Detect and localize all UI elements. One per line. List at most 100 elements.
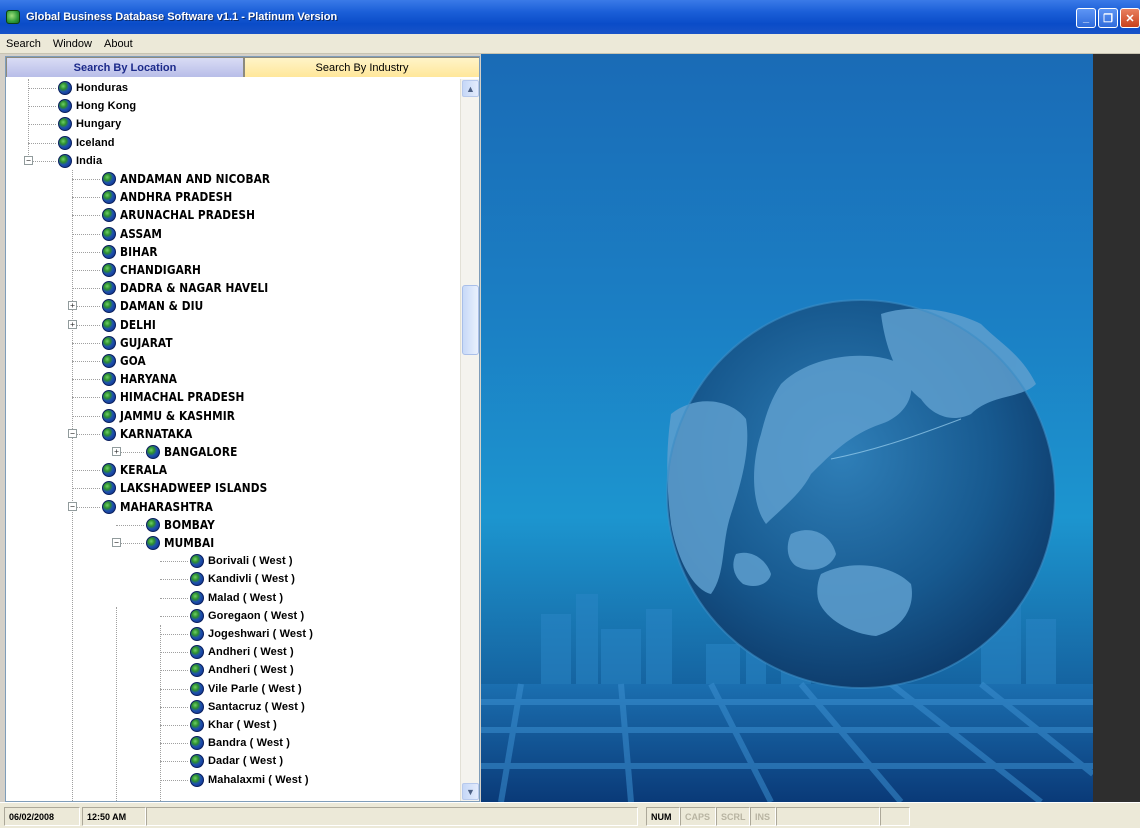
menu-about[interactable]: About bbox=[98, 38, 139, 50]
globe-icon bbox=[102, 372, 116, 387]
globe-icon bbox=[102, 335, 116, 350]
status-ins: INS bbox=[750, 807, 776, 826]
tree-connector bbox=[72, 361, 100, 362]
minimize-button[interactable]: _ bbox=[1076, 8, 1096, 28]
tree-node-state[interactable]: MAHARASHTRA bbox=[102, 498, 226, 516]
tree-node-label: Santacruz ( West ) bbox=[208, 700, 305, 713]
tree-node-country[interactable]: Hungary bbox=[58, 115, 121, 133]
expand-bangalore-button[interactable]: + bbox=[112, 447, 121, 456]
tree-connector bbox=[160, 761, 188, 763]
scroll-up-button[interactable]: ▲ bbox=[462, 80, 479, 97]
tree-node-country[interactable]: Hong Kong bbox=[58, 97, 136, 115]
tree-node-label: Khar ( West ) bbox=[208, 719, 277, 731]
tree-node-label: DADRA & NAGAR HAVELI bbox=[120, 281, 269, 296]
tree-connector bbox=[72, 270, 100, 271]
tree-node-state[interactable]: KERALA bbox=[102, 461, 174, 479]
globe-icon bbox=[190, 590, 204, 605]
tree-node-label: Hong Kong bbox=[76, 100, 137, 113]
tree-node-area[interactable]: Goregaon ( West ) bbox=[190, 607, 304, 625]
tree-connector bbox=[160, 579, 188, 581]
tree-node-area[interactable]: Malad ( West ) bbox=[190, 589, 283, 607]
tree-node-area[interactable]: Kandivli ( West ) bbox=[190, 570, 295, 588]
tree-connector bbox=[160, 706, 188, 708]
tree-node-area[interactable]: Bandra ( West ) bbox=[190, 734, 290, 752]
tree-node-state[interactable]: DAMAN & DIU bbox=[102, 297, 215, 315]
app-window: { "window": { "title": "Global Business … bbox=[0, 0, 1140, 828]
tree-node-state[interactable]: DADRA & NAGAR HAVELI bbox=[102, 279, 289, 297]
globe-icon bbox=[146, 445, 160, 459]
menu-search[interactable]: Search bbox=[0, 38, 47, 50]
tree-node-state[interactable]: ANDAMAN AND NICOBAR bbox=[102, 170, 291, 188]
close-button[interactable]: ✕ bbox=[1120, 8, 1140, 28]
tree-node-area[interactable]: Khar ( West ) bbox=[190, 716, 277, 734]
tree-node-state[interactable]: GOA bbox=[102, 352, 149, 370]
tree-connector bbox=[72, 397, 100, 399]
tree-node-area[interactable]: Dadar ( West ) bbox=[190, 752, 283, 770]
tree-node-state[interactable]: ANDHRA PRADESH bbox=[102, 188, 248, 206]
title-bar: Global Business Database Software v1.1 -… bbox=[0, 0, 1140, 34]
tree-node-state[interactable]: KARNATAKA bbox=[102, 425, 202, 443]
tree-node-label: ANDHRA PRADESH bbox=[120, 190, 233, 205]
tree-node-state[interactable]: LAKSHADWEEP ISLANDS bbox=[102, 479, 287, 497]
tree-node-state[interactable]: HIMACHAL PRADESH bbox=[102, 388, 261, 406]
tree-node-area[interactable]: Borivali ( West ) bbox=[190, 552, 293, 570]
tree-node-country[interactable]: India bbox=[58, 152, 102, 170]
maximize-button[interactable]: ❐ bbox=[1098, 8, 1118, 28]
menu-window[interactable]: Window bbox=[47, 38, 98, 50]
globe-icon bbox=[58, 117, 72, 132]
tree-node-label: Goregaon ( West ) bbox=[208, 609, 305, 622]
tree-node-label: Vile Parle ( West ) bbox=[208, 682, 302, 695]
scroll-thumb[interactable] bbox=[462, 285, 479, 355]
tree-node-area[interactable]: Jogeshwari ( West ) bbox=[190, 625, 313, 643]
status-bar: 06/02/2008 12:50 AM NUM CAPS SCRL INS bbox=[0, 802, 1140, 828]
tree-node-state[interactable]: BIHAR bbox=[102, 243, 163, 261]
tree-node-state[interactable]: ASSAM bbox=[102, 225, 168, 243]
globe-icon bbox=[190, 645, 204, 660]
tree-connector bbox=[28, 124, 56, 126]
tab-search-by-location[interactable]: Search By Location bbox=[6, 57, 244, 77]
tree-node-state[interactable]: CHANDIGARH bbox=[102, 261, 212, 279]
tree-node-area[interactable]: Andheri ( West ) bbox=[190, 643, 294, 661]
globe-icon bbox=[102, 190, 116, 205]
tree-node-area[interactable]: Andheri ( West ) bbox=[190, 661, 294, 679]
status-scrl: SCRL bbox=[716, 807, 750, 826]
collapse-maharashtra-button[interactable]: − bbox=[68, 501, 77, 511]
expand-gujarat-button[interactable]: + bbox=[68, 319, 77, 329]
collapse-mumbai-button[interactable]: − bbox=[112, 538, 121, 547]
tree-node-state[interactable]: DELHI bbox=[102, 316, 161, 334]
scroll-down-button[interactable]: ▼ bbox=[462, 783, 479, 800]
tree-node-label: Hungary bbox=[76, 118, 122, 131]
tree-node-country[interactable]: Honduras bbox=[58, 79, 128, 97]
right-edge-strip bbox=[1093, 54, 1140, 802]
tree-node-label: Borivali ( West ) bbox=[208, 555, 293, 568]
tree-node-city[interactable]: MUMBAI bbox=[146, 534, 221, 552]
globe-icon bbox=[58, 153, 72, 168]
tree-node-state[interactable]: ARUNACHAL PRADESH bbox=[102, 206, 273, 224]
tree-node-state[interactable]: JAMMU & KASHMIR bbox=[102, 407, 251, 425]
globe-icon bbox=[102, 226, 116, 241]
globe-icon bbox=[146, 536, 160, 550]
tree-connector bbox=[160, 779, 188, 781]
tree-node-city[interactable]: BOMBAY bbox=[146, 516, 222, 534]
globe-icon bbox=[190, 718, 204, 732]
status-num: NUM bbox=[646, 807, 680, 826]
tree-node-label: BOMBAY bbox=[164, 517, 215, 532]
globe-icon bbox=[190, 772, 204, 787]
tree-node-state[interactable]: GUJARAT bbox=[102, 334, 180, 352]
tree-node-state[interactable]: HARYANA bbox=[102, 370, 185, 388]
tree-node-area[interactable]: Mahalaxmi ( West ) bbox=[190, 771, 309, 789]
tree-scrollbar[interactable]: ▲ ▼ bbox=[460, 79, 479, 801]
status-caps: CAPS bbox=[680, 807, 716, 826]
tree-connector bbox=[116, 524, 144, 526]
expand-delhi-button[interactable]: + bbox=[68, 301, 77, 311]
tree-node-city[interactable]: BANGALORE bbox=[146, 443, 247, 461]
collapse-india-button[interactable]: − bbox=[24, 155, 33, 165]
tree-node-country[interactable]: Iceland bbox=[58, 134, 115, 152]
tree-node-area[interactable]: Vile Parle ( West ) bbox=[190, 680, 302, 698]
globe-icon bbox=[190, 663, 204, 678]
tree-node-label: Honduras bbox=[76, 82, 129, 94]
tab-search-by-industry[interactable]: Search By Industry bbox=[244, 57, 479, 77]
tree-node-area[interactable]: Santacruz ( West ) bbox=[190, 698, 305, 716]
world-globe-image bbox=[481, 299, 1093, 802]
collapse-karnataka-button[interactable]: − bbox=[68, 428, 77, 438]
